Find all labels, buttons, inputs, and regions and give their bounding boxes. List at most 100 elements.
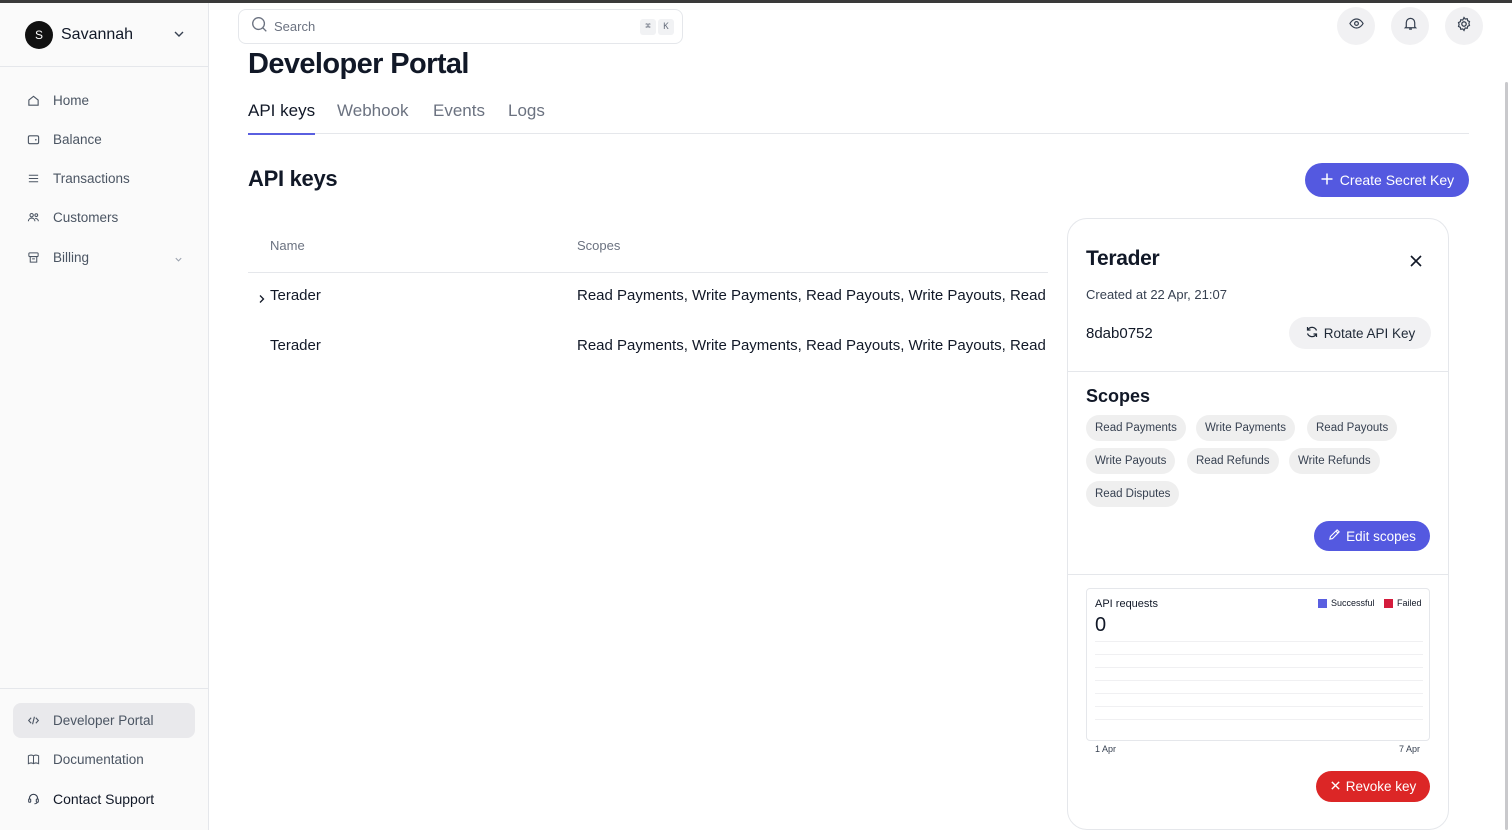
- gear-icon: [1456, 15, 1472, 37]
- api-requests-chart: API requests 0 Successful Failed: [1086, 588, 1430, 741]
- refresh-icon: [1305, 325, 1324, 342]
- chevron-down-icon: [173, 27, 185, 45]
- account-name: Savannah: [61, 26, 134, 43]
- legend-failed: Failed: [1384, 598, 1422, 608]
- gridline: [1095, 693, 1423, 694]
- button-label: Create Secret Key: [1339, 172, 1455, 188]
- sidebar-item-label: Customers: [53, 210, 119, 225]
- chart-total: 0: [1095, 614, 1107, 636]
- sidebar-item-transactions[interactable]: Transactions: [13, 161, 195, 196]
- tab-webhook[interactable]: Webhook: [337, 101, 409, 134]
- sidebar-item-home[interactable]: Home: [13, 83, 195, 118]
- legend-label: Successful: [1331, 598, 1375, 608]
- close-icon[interactable]: [1407, 252, 1425, 270]
- billing-icon: [26, 251, 40, 265]
- column-header-scopes: Scopes: [577, 238, 621, 253]
- tab-events[interactable]: Events: [433, 101, 485, 134]
- section-title: API keys: [248, 166, 338, 191]
- legend-swatch: [1318, 598, 1327, 608]
- gridline: [1095, 680, 1423, 681]
- sidebar-item-contact-support[interactable]: Contact Support: [13, 781, 195, 816]
- sidebar-item-billing[interactable]: Billing: [13, 240, 195, 275]
- table-row[interactable]: Terader Read Payments, Write Payments, R…: [248, 326, 1048, 366]
- gridline: [1095, 641, 1423, 642]
- wallet-icon: [26, 133, 40, 147]
- scope-chip: Read Payouts: [1307, 415, 1398, 441]
- window-top-border: [0, 0, 1512, 3]
- button-label: Rotate API Key: [1323, 325, 1416, 341]
- sidebar-item-label: Billing: [53, 250, 90, 265]
- scopes-heading: Scopes: [1086, 386, 1151, 406]
- table-row[interactable]: Terader Read Payments, Write Payments, R…: [248, 276, 1048, 316]
- sidebar-item-label: Documentation: [53, 752, 144, 767]
- sidebar-item-customers[interactable]: Customers: [13, 200, 195, 235]
- sidebar-item-developer-portal[interactable]: Developer Portal: [13, 703, 195, 738]
- chevron-right-icon[interactable]: [257, 291, 267, 309]
- sidebar-item-label: Balance: [53, 132, 102, 147]
- api-key-name: Terader: [270, 287, 321, 304]
- gridline: [1095, 667, 1423, 668]
- revoke-key-button[interactable]: Revoke key: [1316, 771, 1430, 802]
- users-icon: [26, 211, 40, 225]
- button-label: Revoke key: [1345, 779, 1417, 794]
- search-bar[interactable]: ⌘ K: [238, 9, 683, 44]
- avatar: S: [25, 21, 53, 49]
- sidebar-item-documentation[interactable]: Documentation: [13, 742, 195, 777]
- gridline: [1095, 706, 1423, 707]
- scrollbar[interactable]: [1505, 82, 1508, 830]
- search-input[interactable]: [274, 19, 614, 34]
- x-tick-label: 7 Apr: [1399, 744, 1421, 754]
- legend-successful: Successful: [1318, 598, 1375, 608]
- chevron-down-icon: [174, 252, 183, 267]
- gridline: [1095, 654, 1423, 655]
- page-title: Developer Portal: [248, 48, 469, 80]
- api-key-scopes: Read Payments, Write Payments, Read Payo…: [577, 337, 1048, 354]
- search-icon: [251, 16, 268, 38]
- sidebar-item-label: Developer Portal: [53, 713, 154, 728]
- code-icon: [26, 714, 40, 728]
- panel-divider: [1068, 371, 1448, 372]
- visibility-button[interactable]: [1337, 7, 1375, 45]
- list-icon: [26, 172, 40, 186]
- created-timestamp: Created at 22 Apr, 21:07: [1086, 287, 1227, 302]
- scope-chip: Read Disputes: [1086, 481, 1180, 507]
- tab-bar: API keys Webhook Events Logs: [248, 101, 1469, 135]
- tab-logs[interactable]: Logs: [508, 101, 545, 134]
- sidebar-item-label: Contact Support: [53, 790, 155, 807]
- tab-api-keys[interactable]: API keys: [248, 101, 316, 135]
- book-icon: [26, 753, 40, 767]
- column-header-name: Name: [270, 238, 305, 253]
- sidebar-item-label: Transactions: [53, 171, 130, 186]
- bell-icon: [1403, 16, 1418, 36]
- sidebar-item-label: Home: [53, 93, 90, 108]
- legend-label: Failed: [1397, 598, 1422, 608]
- settings-button[interactable]: [1445, 7, 1483, 45]
- scope-chip: Write Payments: [1196, 415, 1295, 441]
- scope-chip: Read Refunds: [1187, 448, 1279, 474]
- eye-icon: [1348, 16, 1364, 36]
- sidebar-divider: [0, 688, 209, 689]
- x-tick-label: 1 Apr: [1095, 744, 1117, 754]
- api-key-name: Terader: [270, 337, 321, 354]
- edit-scopes-button[interactable]: Edit scopes: [1314, 521, 1430, 551]
- chart-title: API requests: [1095, 598, 1158, 610]
- notifications-button[interactable]: [1391, 7, 1429, 45]
- scope-chip: Write Refunds: [1289, 448, 1380, 474]
- table-divider: [248, 272, 1048, 273]
- create-secret-key-button[interactable]: Create Secret Key: [1305, 163, 1469, 197]
- button-label: Edit scopes: [1346, 528, 1416, 544]
- plus-icon: [1320, 172, 1340, 189]
- shortcut-key: ⌘: [640, 19, 656, 35]
- account-switcher[interactable]: S Savannah: [25, 20, 185, 50]
- close-icon: [1330, 779, 1346, 794]
- detail-title: Terader: [1086, 247, 1160, 270]
- api-key-id: 8dab0752: [1086, 325, 1153, 342]
- scope-chip: Write Payouts: [1086, 448, 1176, 474]
- scope-chip: Read Payments: [1086, 415, 1186, 441]
- gridline: [1095, 719, 1423, 720]
- headset-icon: [26, 792, 40, 806]
- pencil-icon: [1328, 528, 1346, 544]
- panel-divider: [1068, 574, 1448, 575]
- sidebar-item-balance[interactable]: Balance: [13, 122, 195, 157]
- rotate-api-key-button[interactable]: Rotate API Key: [1289, 317, 1431, 349]
